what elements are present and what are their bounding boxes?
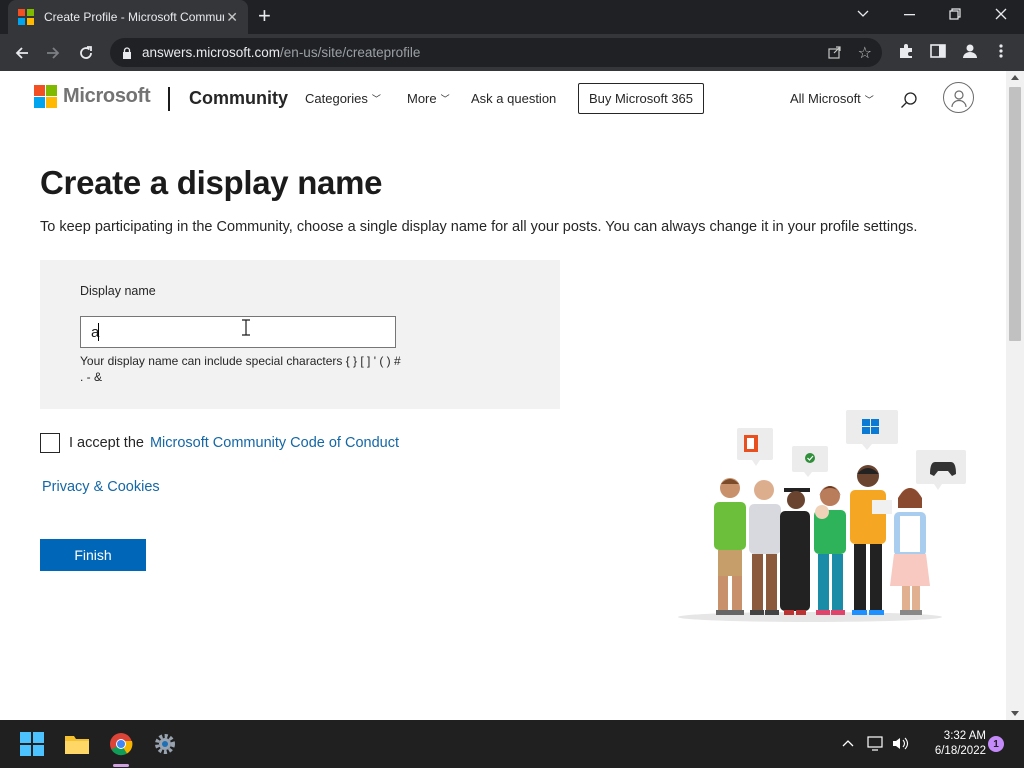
side-panel-icon[interactable]: [930, 43, 946, 59]
community-link[interactable]: Community: [189, 88, 288, 109]
person-figure: [780, 488, 810, 615]
page-description: To keep participating in the Community, …: [40, 219, 918, 235]
microsoft-logo-icon: [34, 85, 57, 108]
browser-menu-icon[interactable]: [998, 43, 1004, 59]
all-microsoft-label: All Microsoft: [790, 91, 861, 106]
url-path: /en-us/site/createprofile: [280, 45, 421, 60]
code-of-conduct-link[interactable]: Microsoft Community Code of Conduct: [150, 435, 399, 451]
display-name-input[interactable]: [80, 316, 396, 348]
scrollbar-thumb[interactable]: [1009, 87, 1021, 341]
page-scrollbar[interactable]: [1006, 71, 1024, 720]
community-people-illustration: [678, 410, 966, 622]
person-figure: [890, 488, 930, 615]
site-header: Microsoft Community Categories ﹀ More ﹀ As…: [0, 71, 1006, 127]
restore-icon[interactable]: [949, 8, 961, 20]
scroll-up-icon[interactable]: [1011, 75, 1019, 80]
page-title: Create a display name: [40, 164, 383, 201]
microsoft-wordmark: Microsoft: [63, 85, 151, 107]
network-icon[interactable]: [867, 736, 885, 751]
bookmark-star-icon[interactable]: ☆: [858, 43, 872, 63]
tray-chevron-up-icon[interactable]: [842, 739, 854, 747]
buy-microsoft-365-button[interactable]: Buy Microsoft 365: [578, 83, 704, 114]
categories-label: Categories: [305, 91, 368, 106]
extensions-icon[interactable]: [898, 43, 914, 59]
person-figure: [714, 478, 746, 615]
lock-icon[interactable]: [122, 46, 132, 59]
file-explorer-icon[interactable]: [63, 730, 91, 758]
windows-start-icon[interactable]: [18, 730, 46, 758]
code-of-conduct-row: I accept the Microsoft Community Code of…: [40, 433, 399, 453]
settings-gear-icon[interactable]: [151, 730, 179, 758]
display-name-form: Display name Your display name can inclu…: [40, 260, 560, 409]
person-figure: [814, 486, 846, 615]
browser-toolbar: answers.microsoft.com/en-us/site/createp…: [0, 34, 1024, 71]
microsoft-favicon-icon: [18, 9, 34, 25]
windows-bubble-icon: [846, 410, 898, 450]
text-caret: [98, 323, 99, 341]
ask-question-link[interactable]: Ask a question: [471, 91, 556, 106]
display-name-hint: Your display name can include special ch…: [80, 354, 401, 384]
address-bar[interactable]: answers.microsoft.com/en-us/site/createp…: [110, 38, 882, 67]
profile-icon[interactable]: [962, 43, 978, 59]
windows-taskbar: 3:32 AM 6/18/2022: [0, 720, 1024, 768]
chrome-icon[interactable]: [107, 730, 135, 758]
accept-checkbox[interactable]: [40, 433, 60, 453]
header-divider: [168, 87, 170, 111]
office-bubble-icon: [737, 428, 773, 466]
display-name-label: Display name: [80, 284, 156, 298]
minimize-icon[interactable]: [904, 14, 916, 16]
volume-icon[interactable]: [892, 736, 910, 751]
chevron-down-icon: ﹀: [440, 94, 450, 104]
more-label: More: [407, 91, 437, 106]
microsoft-logo[interactable]: Microsoft: [34, 85, 151, 108]
browser-tab-bar: Create Profile - Microsoft Community ✕ +: [0, 0, 1024, 34]
person-figure: [749, 480, 781, 615]
user-icon: [950, 89, 967, 107]
tab-title: Create Profile - Microsoft Community: [44, 10, 224, 24]
new-tab-icon[interactable]: +: [258, 5, 271, 27]
notification-badge[interactable]: 1: [988, 736, 1004, 752]
back-icon[interactable]: [10, 41, 34, 65]
more-menu[interactable]: More ﹀: [407, 91, 450, 106]
tray-clock[interactable]: 3:32 AM 6/18/2022: [920, 729, 986, 759]
text-cursor-icon: [242, 319, 250, 336]
categories-menu[interactable]: Categories ﹀: [305, 91, 381, 106]
forward-icon[interactable]: [41, 41, 65, 65]
privacy-cookies-link[interactable]: Privacy & Cookies: [42, 479, 160, 495]
finish-button[interactable]: Finish: [40, 539, 146, 571]
chevron-down-icon: ﹀: [371, 94, 381, 104]
xbox-bubble-icon: [916, 450, 966, 490]
accept-label: I accept the: [69, 435, 144, 451]
browser-tab[interactable]: Create Profile - Microsoft Community ✕: [8, 0, 248, 34]
tab-search-chevron-icon[interactable]: [857, 10, 869, 18]
chevron-down-icon: ﹀: [864, 95, 874, 105]
all-microsoft-menu[interactable]: All Microsoft ﹀: [790, 91, 874, 106]
share-icon[interactable]: [828, 45, 842, 59]
person-figure: [850, 465, 892, 615]
close-window-icon[interactable]: [995, 8, 1007, 20]
reload-icon[interactable]: [74, 41, 98, 65]
check-bubble-icon: [792, 446, 828, 477]
url-host: answers.microsoft.com: [142, 45, 281, 60]
sign-in-avatar[interactable]: [943, 82, 974, 113]
clock-date: 6/18/2022: [934, 745, 986, 757]
scroll-down-icon[interactable]: [1011, 711, 1019, 716]
search-icon[interactable]: [900, 91, 918, 109]
active-app-indicator: [113, 764, 129, 767]
tab-close-icon[interactable]: ✕: [226, 9, 238, 26]
clock-time: 3:32 AM: [943, 730, 986, 742]
